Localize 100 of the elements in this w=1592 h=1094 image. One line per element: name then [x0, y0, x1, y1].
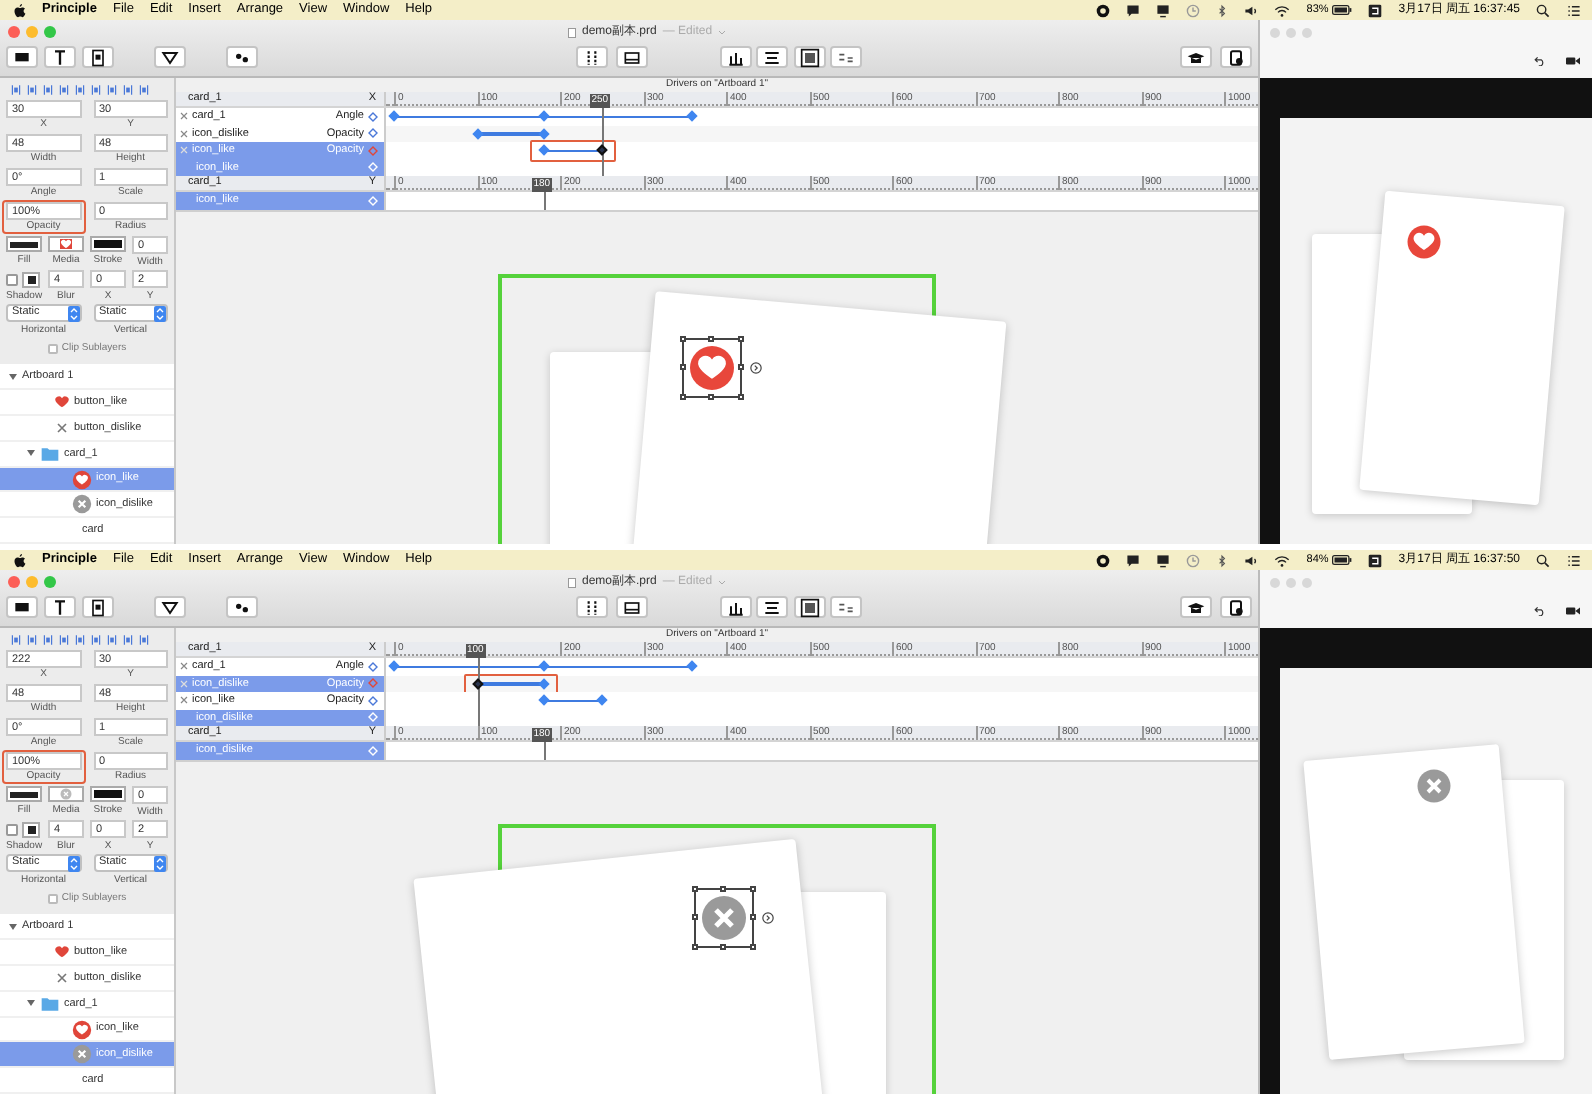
- remove-icon[interactable]: [180, 696, 188, 705]
- toolbar-button[interactable]: [756, 46, 788, 68]
- align-icon[interactable]: [10, 84, 22, 96]
- resize-handle[interactable]: [738, 335, 744, 341]
- resize-handle[interactable]: [750, 913, 756, 919]
- resize-handle[interactable]: [708, 335, 714, 341]
- align-icon[interactable]: [138, 84, 150, 96]
- shadow-color-swatch[interactable]: [22, 821, 40, 837]
- rotate-handle-icon[interactable]: [750, 361, 762, 373]
- remove-icon[interactable]: [180, 112, 188, 121]
- align-icon[interactable]: [106, 634, 118, 646]
- align-icon[interactable]: [58, 634, 70, 646]
- toolbar-button[interactable]: [1180, 596, 1212, 618]
- chat-icon[interactable]: [1126, 3, 1141, 17]
- toolbar-button[interactable]: [6, 46, 38, 68]
- stroke-swatch[interactable]: [90, 236, 126, 252]
- media-swatch[interactable]: [48, 236, 84, 252]
- expanded-triangle-icon[interactable]: [26, 998, 36, 1009]
- remove-icon[interactable]: [180, 662, 188, 671]
- expanded-triangle-icon[interactable]: [8, 371, 18, 382]
- toolbar-button[interactable]: [226, 596, 258, 618]
- toolbar-button[interactable]: [44, 596, 76, 618]
- bluetooth-icon[interactable]: [1216, 3, 1229, 17]
- resize-handle[interactable]: [680, 393, 686, 399]
- close-button[interactable]: [8, 26, 20, 38]
- wifi-icon[interactable]: [1274, 3, 1291, 17]
- volume-icon[interactable]: [1244, 553, 1259, 567]
- expanded-triangle-icon[interactable]: [8, 921, 18, 932]
- remove-icon[interactable]: [180, 129, 188, 138]
- checkbox[interactable]: [6, 823, 18, 835]
- list-icon[interactable]: [1566, 3, 1582, 17]
- resize-handle[interactable]: [750, 943, 756, 949]
- resize-handle[interactable]: [692, 885, 698, 891]
- resize-handle[interactable]: [720, 943, 726, 949]
- toolbar-button[interactable]: [1220, 46, 1252, 68]
- toolbar-button[interactable]: [82, 46, 114, 68]
- toolbar-button[interactable]: [1220, 596, 1252, 618]
- video-camera-icon[interactable]: [1566, 56, 1580, 66]
- video-camera-icon[interactable]: [1566, 606, 1580, 616]
- align-icon[interactable]: [138, 634, 150, 646]
- toolbar-button[interactable]: [1180, 46, 1212, 68]
- resize-handle[interactable]: [692, 913, 698, 919]
- align-icon[interactable]: [26, 84, 38, 96]
- resize-handle[interactable]: [738, 393, 744, 399]
- checkbox[interactable]: [47, 894, 58, 905]
- volume-icon[interactable]: [1244, 3, 1259, 17]
- align-icon[interactable]: [74, 84, 86, 96]
- align-icon[interactable]: [122, 634, 134, 646]
- align-icon[interactable]: [122, 84, 134, 96]
- align-icon[interactable]: [90, 84, 102, 96]
- undo-icon[interactable]: [1534, 56, 1546, 66]
- resize-handle[interactable]: [708, 393, 714, 399]
- align-icon[interactable]: [26, 634, 38, 646]
- battery-icon[interactable]: [1332, 4, 1353, 16]
- align-icon[interactable]: [74, 634, 86, 646]
- align-icon[interactable]: [42, 634, 54, 646]
- align-icon[interactable]: [58, 84, 70, 96]
- fill-swatch[interactable]: [6, 236, 42, 252]
- close-button[interactable]: [8, 576, 20, 588]
- toolbar-button[interactable]: [616, 46, 648, 68]
- toolbar-button[interactable]: [6, 596, 38, 618]
- toolbar-button[interactable]: [794, 596, 826, 618]
- monitor-icon[interactable]: [1156, 553, 1171, 567]
- stroke-swatch[interactable]: [90, 786, 126, 802]
- checkbox[interactable]: [6, 273, 18, 285]
- toolbar-button[interactable]: [154, 46, 186, 68]
- fill-swatch[interactable]: [6, 786, 42, 802]
- monitor-icon[interactable]: [1156, 3, 1171, 17]
- toolbar-button[interactable]: [794, 46, 826, 68]
- toolbar-button[interactable]: [82, 596, 114, 618]
- toolbar-button[interactable]: [616, 596, 648, 618]
- apple-logo-icon[interactable]: [14, 553, 26, 567]
- bluetooth-icon[interactable]: [1216, 553, 1229, 567]
- record-icon[interactable]: [1096, 3, 1111, 17]
- toolbar-button[interactable]: [720, 46, 752, 68]
- search-icon[interactable]: [1536, 553, 1550, 567]
- resize-handle[interactable]: [680, 335, 686, 341]
- toolbar-button[interactable]: [154, 596, 186, 618]
- align-icon[interactable]: [106, 84, 118, 96]
- expanded-triangle-icon[interactable]: [26, 448, 36, 459]
- toolbar-button[interactable]: [756, 596, 788, 618]
- record-icon[interactable]: [1096, 553, 1111, 567]
- resize-handle[interactable]: [750, 885, 756, 891]
- chat-icon[interactable]: [1126, 553, 1141, 567]
- align-icon[interactable]: [42, 84, 54, 96]
- keyboard-input-icon[interactable]: [1368, 3, 1383, 17]
- apple-logo-icon[interactable]: [14, 3, 26, 17]
- align-icon[interactable]: [90, 634, 102, 646]
- checkbox[interactable]: [47, 344, 58, 355]
- toolbar-button[interactable]: [576, 596, 608, 618]
- rotate-handle-icon[interactable]: [762, 911, 774, 923]
- shadow-color-swatch[interactable]: [22, 271, 40, 287]
- search-icon[interactable]: [1536, 3, 1550, 17]
- toolbar-button[interactable]: [226, 46, 258, 68]
- media-swatch[interactable]: [48, 786, 84, 802]
- resize-handle[interactable]: [692, 943, 698, 949]
- toolbar-button[interactable]: [720, 596, 752, 618]
- battery-icon[interactable]: [1332, 554, 1353, 566]
- list-icon[interactable]: [1566, 553, 1582, 567]
- wifi-icon[interactable]: [1274, 553, 1291, 567]
